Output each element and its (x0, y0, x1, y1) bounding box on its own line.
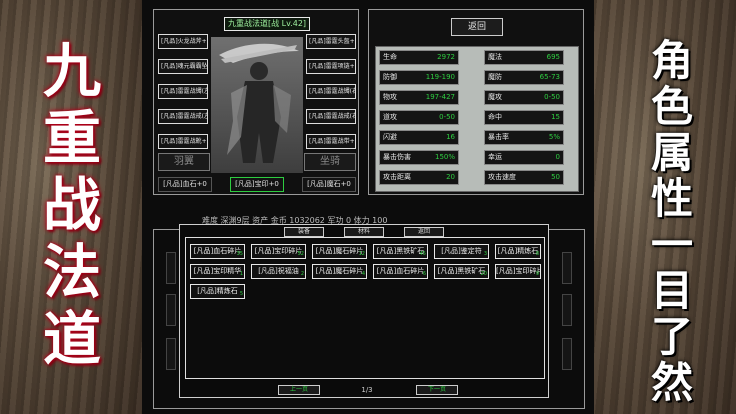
caption-char: 了 (650, 312, 693, 361)
status-line: 难度 深渊9层 资产 金币 1032062 军功 0 体力 100 (202, 216, 388, 224)
caption-char: 色 (650, 82, 693, 131)
caption-char: 目 (650, 266, 693, 315)
title-char: 道 (42, 305, 101, 373)
character-name-level: 九重战法道[战 Lv.42] (224, 17, 310, 31)
equip-slot-bracelet-left[interactable]: [凡品]雷霆战镯(左)+0 (158, 84, 208, 99)
character-figure (211, 37, 303, 173)
tab-back[interactable]: 返回 (404, 227, 444, 237)
stat-magic-defense: 魔防 65-73 (484, 70, 564, 85)
stat-defense: 防御 119-190 (379, 70, 459, 85)
inventory-item[interactable]: [凡品]鉴定符 3 (434, 244, 489, 259)
background-slot (166, 338, 176, 370)
stat-mp: 魔法 695 (484, 50, 564, 65)
caption-char: 属 (650, 128, 693, 177)
game-title-vertical: 九 重 战 法 道 (24, 42, 120, 377)
inventory-item[interactable]: [凡品]黑铁矿石 20 (434, 264, 489, 279)
equip-slot-ring-right[interactable]: [凡品]雷霆战戒(右)+0 (306, 109, 356, 124)
equip-slot-bracelet-right[interactable]: [凡品]雷霆战镯(右)+0 (306, 84, 356, 99)
inventory-item[interactable]: [凡品]黑铁矿石 45 (373, 244, 428, 259)
equip-slot-weapon[interactable]: [凡品]火龙战斧+0 (158, 34, 208, 49)
game-screen: 九重战法道[战 Lv.42] [凡品]火龙战斧+0 [凡品]魂元霸霸坠+0 [凡… (142, 0, 594, 414)
inventory-item[interactable]: [凡品]宝印碎片 52 (251, 244, 306, 259)
title-char: 法 (42, 238, 101, 306)
tab-materials[interactable]: 材料 (344, 227, 384, 237)
back-button[interactable]: 返回 (451, 18, 503, 36)
caption-char: 角 (650, 36, 693, 85)
stat-luck: 幸运 0 (484, 150, 564, 165)
stat-physical-attack: 物攻 197-427 (379, 90, 459, 105)
next-page-button[interactable]: 下一页 (416, 385, 458, 395)
stat-taoist-attack: 道攻 0-50 (379, 110, 459, 125)
inventory-item[interactable]: [凡品]祝福油 2 (251, 264, 306, 279)
equip-slot-necklace[interactable]: [凡品]雷霆项链+0 (306, 59, 356, 74)
equip-slot-ring-left[interactable]: [凡品]雷霆战戒(左)+0 (158, 109, 208, 124)
stat-attack-speed: 攻击速度 50 (484, 170, 564, 185)
equipment-panel: 九重战法道[战 Lv.42] [凡品]火龙战斧+0 [凡品]魂元霸霸坠+0 [凡… (153, 9, 359, 195)
inventory-item[interactable]: [凡品]精炼石 5 (190, 284, 245, 299)
attribute-grid: 生命 2972 魔法 695 防御 119-190 魔防 65-73 物攻 197-427… (375, 46, 579, 192)
background-slot (562, 294, 572, 326)
magicstone-slot[interactable]: [凡品]魔石+0 (302, 177, 356, 192)
inventory-item[interactable]: [凡品]血石碎片 6 (373, 264, 428, 279)
page-indicator: 1/3 (361, 386, 373, 394)
prev-page-button[interactable]: 上一页 (278, 385, 320, 395)
inventory-popup: 装备 材料 返回 [凡品]血石碎片 35 [凡品]宝印碎片 52 [凡品]魔石碎片 1… (179, 224, 549, 398)
inventory-item[interactable]: [凡品]魔石碎片 4 (312, 264, 367, 279)
stat-accuracy: 命中 15 (484, 110, 564, 125)
inventory-item[interactable]: [凡品]魔石碎片 12 (312, 244, 367, 259)
inventory-grid: [凡品]血石碎片 35 [凡品]宝印碎片 52 [凡品]魔石碎片 12 [凡品]黑铁矿… (185, 237, 545, 379)
title-char: 战 (42, 171, 101, 239)
inventory-item[interactable]: [凡品]精炼石 8 (495, 244, 541, 259)
equip-slot-helmet[interactable]: [凡品]雷霆头盔+0 (306, 34, 356, 49)
inventory-item[interactable]: [凡品]宝印碎片 9 (495, 264, 541, 279)
tab-equipment[interactable]: 装备 (284, 227, 324, 237)
caption-char: 然 (650, 358, 693, 407)
mount-button[interactable]: 坐骑 (304, 153, 356, 171)
stat-attack-range: 攻击距离 20 (379, 170, 459, 185)
wings-button[interactable]: 羽翼 (158, 153, 210, 171)
equip-slot-boots[interactable]: [凡品]雷霆战靴+0 (158, 134, 208, 149)
equip-slot-belt[interactable]: [凡品]雷霆战带+0 (306, 134, 356, 149)
stat-evasion: 闪避 16 (379, 130, 459, 145)
attributes-panel: 返回 生命 2972 魔法 695 防御 119-190 魔防 65-73 物攻 197-… (368, 9, 584, 195)
stat-crit-damage: 暴击伤害 150% (379, 150, 459, 165)
background-slot (166, 294, 176, 326)
bloodstone-slot[interactable]: [凡品]血石+0 (158, 177, 212, 192)
stat-magic-attack: 魔攻 0-50 (484, 90, 564, 105)
title-char: 九 (42, 37, 101, 105)
title-char: 重 (42, 104, 101, 172)
caption-char: 性 (650, 174, 693, 223)
promo-caption-vertical: 角 色 属 性 一 目 了 然 (640, 40, 704, 408)
inventory-item[interactable]: [凡品]血石碎片 35 (190, 244, 245, 259)
background-slot (562, 252, 572, 284)
background-slot (562, 338, 572, 370)
stat-crit-rate: 暴击率 5% (484, 130, 564, 145)
equip-slot-charm[interactable]: [凡品]魂元霸霸坠+0 (158, 59, 208, 74)
background-slot (166, 252, 176, 284)
stat-hp: 生命 2972 (379, 50, 459, 65)
seal-slot[interactable]: [凡品]宝印+0 (230, 177, 284, 192)
caption-char: 一 (650, 220, 693, 269)
inventory-item[interactable]: [凡品]宝印精华 1 (190, 264, 245, 279)
